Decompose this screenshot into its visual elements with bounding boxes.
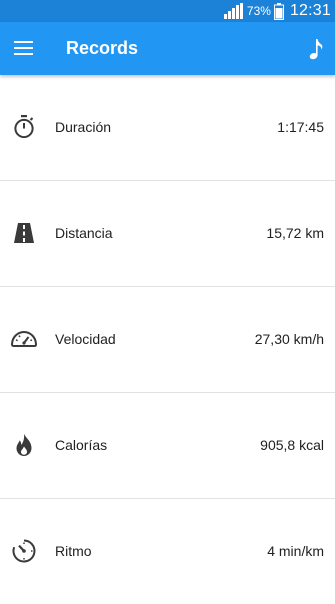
battery-icon xyxy=(273,2,284,20)
battery-percent: 73% xyxy=(246,4,271,18)
pace-gauge-icon xyxy=(11,538,37,564)
page-title: Records xyxy=(66,38,139,58)
music-note-icon[interactable] xyxy=(309,38,323,60)
record-value: 1:17:45 xyxy=(277,119,324,135)
records-list: Duración 1:17:45 Distancia 15,72 km Velo… xyxy=(0,75,335,604)
road-icon xyxy=(11,220,37,246)
status-indicators: 73% 12:31 xyxy=(223,0,331,22)
stopwatch-icon xyxy=(11,114,37,140)
status-bar: 73% 12:31 xyxy=(0,0,335,22)
record-value: 15,72 km xyxy=(266,225,324,241)
record-row-calories: Calorías 905,8 kcal xyxy=(0,393,335,499)
record-label: Velocidad xyxy=(55,331,116,347)
flame-icon xyxy=(11,432,37,458)
record-label: Duración xyxy=(55,119,112,135)
record-value: 4 min/km xyxy=(267,543,324,559)
record-row-duration: Duración 1:17:45 xyxy=(0,75,335,181)
record-row-pace: Ritmo 4 min/km xyxy=(0,499,335,604)
signal-icon xyxy=(223,3,243,19)
hamburger-menu-icon[interactable] xyxy=(14,39,36,57)
clock: 12:31 xyxy=(289,2,331,19)
record-value: 905,8 kcal xyxy=(260,437,324,453)
record-label: Ritmo xyxy=(55,543,92,559)
record-label: Distancia xyxy=(55,225,113,241)
speedometer-icon xyxy=(11,326,37,352)
record-label: Calorías xyxy=(55,437,108,453)
app-bar: Records xyxy=(0,22,335,75)
record-row-distance: Distancia 15,72 km xyxy=(0,181,335,287)
record-value: 27,30 km/h xyxy=(254,331,324,347)
record-row-speed: Velocidad 27,30 km/h xyxy=(0,287,335,393)
